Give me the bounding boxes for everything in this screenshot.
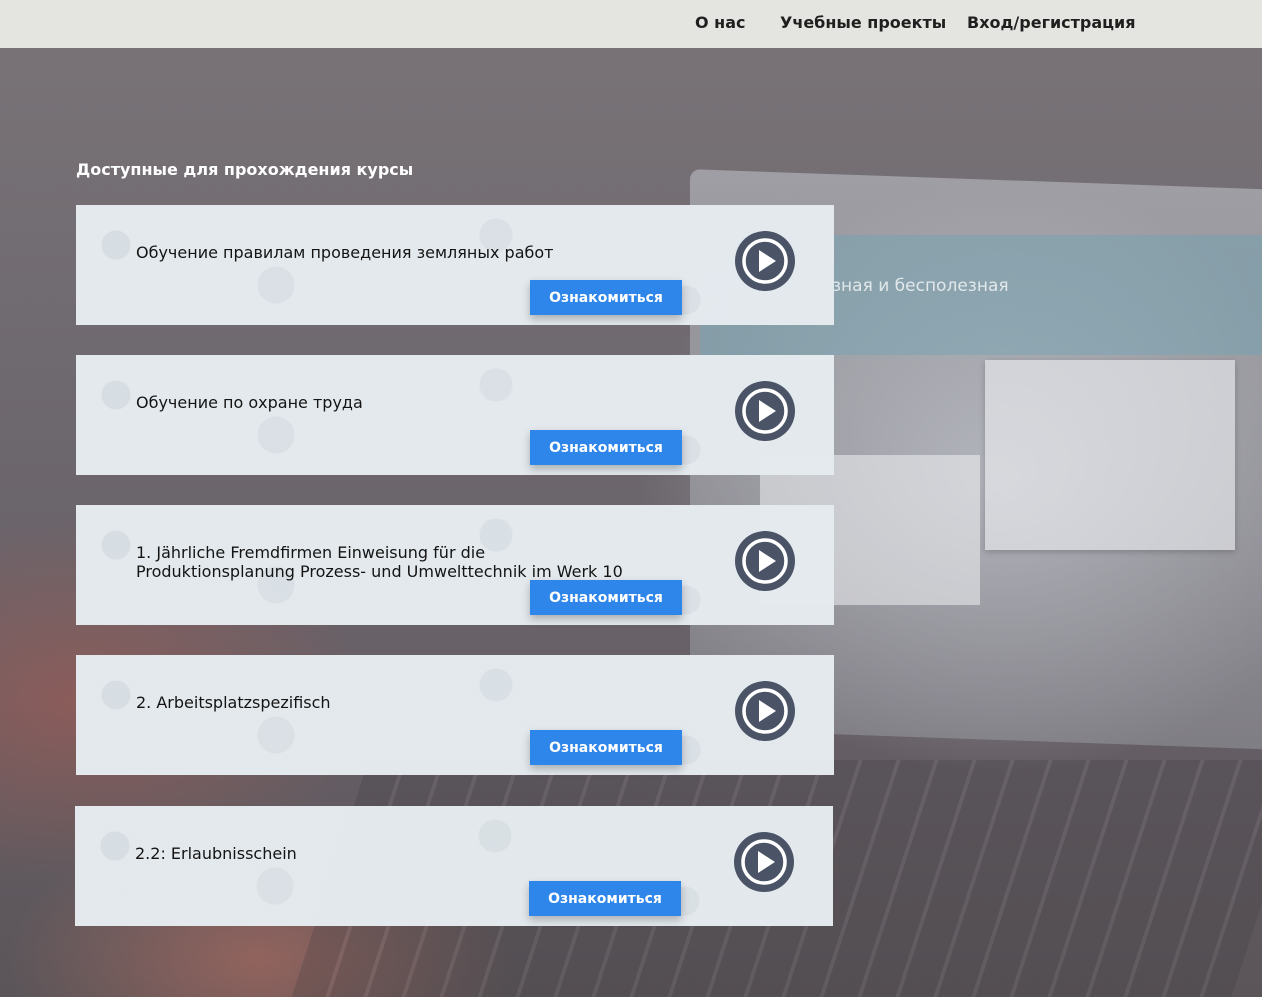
play-icon[interactable] xyxy=(735,231,795,291)
course-open-button[interactable]: Ознакомиться xyxy=(530,580,682,615)
course-title-line: 2.2: Erlaubnisschein xyxy=(135,844,297,863)
course-title-line: Обучение правилам проведения земляных ра… xyxy=(136,243,554,262)
course-title-line: Обучение по охране труда xyxy=(136,393,363,412)
course-title: 2.2: Erlaubnisschein xyxy=(135,844,675,863)
course-title: 2. Arbeitsplatzspezifisch xyxy=(136,693,676,712)
nav-link-projects[interactable]: Учебные проекты xyxy=(780,13,946,32)
course-title-line: 2. Arbeitsplatzspezifisch xyxy=(136,693,331,712)
nav-link-login[interactable]: Вход/регистрация xyxy=(967,13,1136,32)
background-screen-card xyxy=(985,360,1235,550)
course-card: Обучение по охране труда Ознакомиться xyxy=(76,355,834,475)
course-open-button[interactable]: Ознакомиться xyxy=(530,430,682,465)
top-navbar: О нас Учебные проекты Вход/регистрация xyxy=(0,0,1262,48)
play-icon[interactable] xyxy=(735,531,795,591)
section-title: Доступные для прохождения курсы xyxy=(76,160,414,179)
play-icon[interactable] xyxy=(734,832,794,892)
course-title: Обучение по охране труда xyxy=(136,393,676,412)
course-card: 2.2: Erlaubnisschein Ознакомиться xyxy=(75,806,833,926)
course-open-button[interactable]: Ознакомиться xyxy=(530,730,682,765)
course-open-button[interactable]: Ознакомиться xyxy=(529,881,681,916)
nav-link-about[interactable]: О нас xyxy=(695,13,746,32)
course-card: Обучение правилам проведения земляных ра… xyxy=(76,205,834,325)
course-title-line: Produktionsplanung Prozess- und Umweltte… xyxy=(136,562,623,581)
play-icon[interactable] xyxy=(735,681,795,741)
course-card: 2. Arbeitsplatzspezifisch Ознакомиться xyxy=(76,655,834,775)
course-title: Обучение правилам проведения земляных ра… xyxy=(136,243,676,262)
play-icon[interactable] xyxy=(735,381,795,441)
course-card: 1. Jährliche Fremdfirmen Einweisung für … xyxy=(76,505,834,625)
course-title-line: 1. Jährliche Fremdfirmen Einweisung für … xyxy=(136,543,486,562)
course-open-button[interactable]: Ознакомиться xyxy=(530,280,682,315)
background-screen-text: зная и бесполезная xyxy=(832,276,1009,296)
course-title: 1. Jährliche Fremdfirmen Einweisung für … xyxy=(136,543,736,581)
